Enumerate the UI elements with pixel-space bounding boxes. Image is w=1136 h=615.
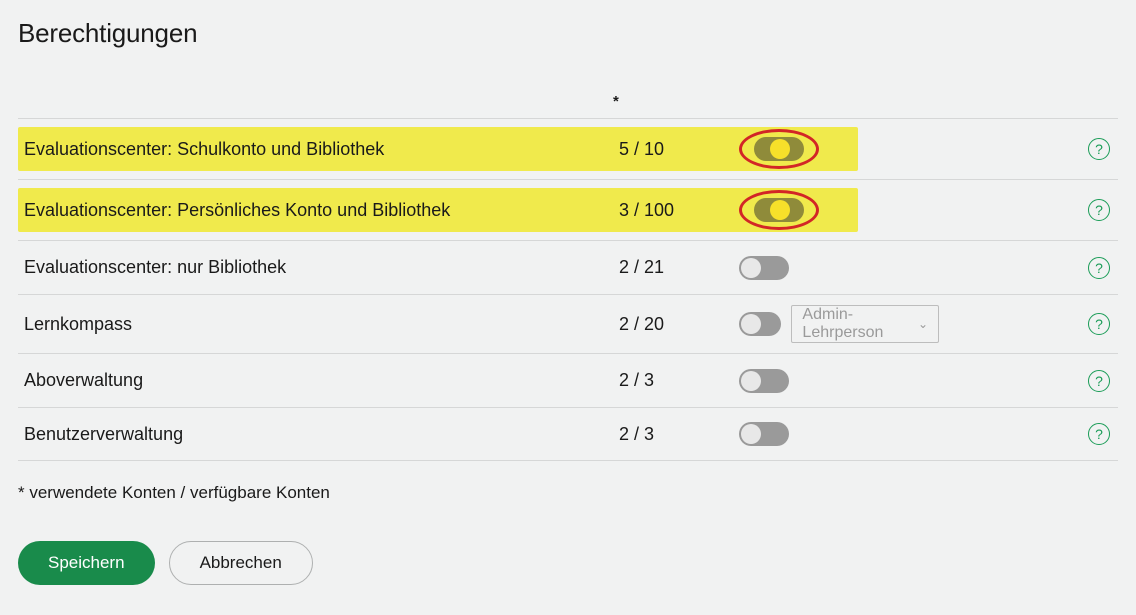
table-row: Lernkompass 2 / 20 Admin-Lehrperson ⌄?: [18, 294, 1118, 353]
permission-label: Evaluationscenter: nur Bibliothek: [24, 255, 290, 280]
help-icon[interactable]: ?: [1088, 138, 1110, 160]
table-row: Evaluationscenter: nur Bibliothek 2 / 21?: [18, 240, 1118, 294]
chevron-down-icon: ⌄: [918, 317, 928, 331]
accounts-count-cell: 2 / 3: [619, 424, 739, 445]
help-icon[interactable]: ?: [1088, 199, 1110, 221]
save-button[interactable]: Speichern: [18, 541, 155, 585]
permission-toggle[interactable]: [754, 198, 804, 222]
toggle-highlight-ring: [739, 190, 819, 230]
help-icon[interactable]: ?: [1088, 370, 1110, 392]
toggle-knob: [770, 139, 790, 159]
help-icon[interactable]: ?: [1088, 313, 1110, 335]
permission-label: Benutzerverwaltung: [24, 422, 187, 447]
toggle-cell: [739, 422, 939, 446]
permission-toggle[interactable]: [739, 422, 789, 446]
accounts-count: 2 / 3: [619, 370, 654, 391]
role-select[interactable]: Admin-Lehrperson ⌄: [791, 305, 939, 343]
toggle-cell: [739, 369, 939, 393]
toggle-highlight-ring: [739, 129, 819, 169]
footnote: * verwendete Konten / verfügbare Konten: [18, 483, 1118, 503]
table-row: Evaluationscenter: Schulkonto und Biblio…: [18, 118, 1118, 179]
permission-label-cell: Evaluationscenter: Schulkonto und Biblio…: [24, 137, 619, 162]
toggle-cell: [739, 190, 939, 230]
help-cell: ?: [939, 313, 1118, 335]
permission-toggle[interactable]: [754, 137, 804, 161]
table-row: Benutzerverwaltung 2 / 3?: [18, 407, 1118, 461]
table-row: Evaluationscenter: Persönliches Konto un…: [18, 179, 1118, 240]
count-header-asterisk: *: [613, 93, 733, 110]
help-cell: ?: [939, 423, 1118, 445]
help-cell: ?: [939, 138, 1118, 160]
accounts-count-cell: 2 / 21: [619, 257, 739, 278]
page-title: Berechtigungen: [18, 18, 1118, 49]
accounts-count-cell: 5 / 10: [619, 139, 739, 160]
permission-label: Lernkompass: [24, 312, 136, 337]
table-header: *: [18, 89, 1118, 118]
toggle-knob: [741, 424, 761, 444]
actions: Speichern Abbrechen: [18, 541, 1118, 585]
permission-label-cell: Evaluationscenter: Persönliches Konto un…: [24, 198, 619, 223]
help-cell: ?: [939, 257, 1118, 279]
permission-label-cell: Benutzerverwaltung: [24, 422, 619, 447]
permission-label-cell: Lernkompass: [24, 312, 619, 337]
toggle-knob: [741, 258, 761, 278]
accounts-count-cell: 3 / 100: [619, 200, 739, 221]
table-row: Aboverwaltung 2 / 3?: [18, 353, 1118, 407]
permission-toggle[interactable]: [739, 369, 789, 393]
permission-label: Aboverwaltung: [24, 368, 147, 393]
permission-label: Evaluationscenter: Persönliches Konto un…: [24, 198, 454, 223]
accounts-count: 5 / 10: [619, 139, 664, 160]
accounts-count: 2 / 20: [619, 314, 664, 335]
help-cell: ?: [939, 370, 1118, 392]
toggle-knob: [770, 200, 790, 220]
toggle-knob: [741, 314, 761, 334]
permission-label: Evaluationscenter: Schulkonto und Biblio…: [24, 137, 388, 162]
toggle-cell: Admin-Lehrperson ⌄: [739, 305, 939, 343]
accounts-count-cell: 2 / 20: [619, 314, 739, 335]
help-icon[interactable]: ?: [1088, 423, 1110, 445]
role-select-value: Admin-Lehrperson: [802, 306, 912, 342]
help-cell: ?: [939, 199, 1118, 221]
permission-toggle[interactable]: [739, 256, 789, 280]
permission-toggle[interactable]: [739, 312, 781, 336]
cancel-button[interactable]: Abbrechen: [169, 541, 313, 585]
help-icon[interactable]: ?: [1088, 257, 1110, 279]
permission-label-cell: Evaluationscenter: nur Bibliothek: [24, 255, 619, 280]
accounts-count-cell: 2 / 3: [619, 370, 739, 391]
permissions-table: * Evaluationscenter: Schulkonto und Bibl…: [18, 89, 1118, 461]
accounts-count: 2 / 21: [619, 257, 664, 278]
toggle-knob: [741, 371, 761, 391]
permission-label-cell: Aboverwaltung: [24, 368, 619, 393]
toggle-cell: [739, 129, 939, 169]
accounts-count: 3 / 100: [619, 200, 674, 221]
toggle-cell: [739, 256, 939, 280]
accounts-count: 2 / 3: [619, 424, 654, 445]
